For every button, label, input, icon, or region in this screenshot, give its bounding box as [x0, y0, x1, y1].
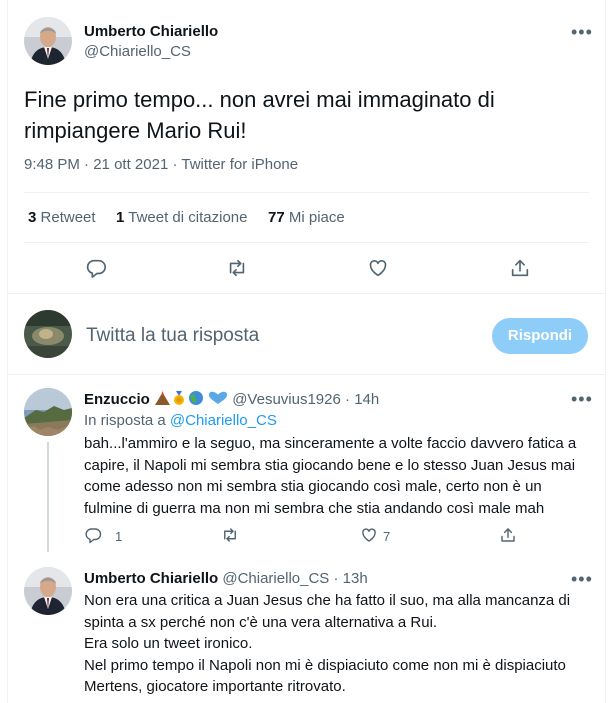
quotes-label: Tweet di citazione — [128, 209, 248, 226]
tweet-metadata: 9:48 PM · 21 ott 2021 · Twitter for iPho… — [24, 156, 298, 173]
reply-text-line: Nel primo tempo il Napoli non mi è dispi… — [84, 656, 566, 674]
retweet-icon[interactable] — [226, 257, 248, 279]
divider — [8, 374, 605, 375]
tweet-source[interactable]: Twitter for iPhone — [181, 156, 298, 173]
reply-time[interactable]: 13h — [343, 570, 368, 587]
reply-avatar[interactable] — [24, 388, 72, 436]
reply-text-line: capire, il Napoli mi sembra stia giocand… — [84, 456, 576, 474]
retweets-count: 3 — [28, 209, 37, 226]
replying-to-prefix: In risposta a — [84, 412, 170, 429]
likes-count: 77 — [268, 209, 285, 226]
reply-avatar[interactable] — [24, 567, 72, 615]
reply-author-name[interactable]: Umberto Chiariello — [84, 570, 218, 587]
meta-separator: · — [172, 156, 178, 173]
divider — [8, 293, 605, 294]
volcano-medal-earth-heart-icon — [155, 391, 228, 405]
emoji-badges — [154, 390, 228, 410]
replying-to: In risposta a @Chiariello_CS — [84, 412, 277, 429]
current-user-avatar[interactable] — [24, 310, 72, 358]
reply-text-line: Era solo un tweet ironico. — [84, 635, 253, 652]
replying-to-link[interactable]: @Chiariello_CS — [170, 412, 277, 429]
header-separator: · — [345, 391, 351, 408]
reply-text-line: come adesso non mi sembra stia giocando … — [84, 478, 542, 495]
author-avatar[interactable] — [24, 17, 72, 65]
tweet-text-line-2: rimpiangere Mario Rui! — [24, 118, 247, 143]
reply-count: 1 — [115, 529, 123, 544]
meta-separator: · — [84, 156, 90, 173]
likes-stat[interactable]: 77 Mi piace — [268, 209, 345, 226]
reply-header: Enzuccio @Vesuvius1926 · 14h — [84, 390, 379, 410]
author-name[interactable]: Umberto Chiariello — [84, 23, 218, 40]
more-options-icon[interactable]: ••• — [571, 390, 593, 408]
share-icon[interactable] — [499, 526, 517, 544]
reply-author-name[interactable]: Enzuccio — [84, 391, 150, 408]
reply-text-line: spinta a sx perché non c'è una vera alte… — [84, 613, 438, 631]
reply-icon[interactable] — [85, 257, 107, 279]
tweet-detail-column: Umberto Chiariello @Chiariello_CS ••• Fi… — [7, 0, 606, 703]
likes-label: Mi piace — [288, 209, 345, 226]
header-separator: · — [333, 570, 339, 587]
reply-text-line: bah...l'ammiro e la seguo, ma sinceramen… — [84, 435, 577, 452]
retweet-icon[interactable] — [221, 526, 239, 544]
like-count: 7 — [383, 529, 391, 544]
divider — [24, 192, 589, 193]
like-icon[interactable] — [367, 257, 389, 279]
reply-button[interactable]: Rispondi — [492, 318, 588, 354]
reply-text: bah...l'ammiro e la seguo, ma sinceramen… — [84, 433, 576, 519]
reply-text-line: Non era una critica a Juan Jesus che ha … — [84, 592, 571, 609]
reply-text-line: fulmine di guerra ma non mi sembra che s… — [84, 499, 545, 517]
tweet-date[interactable]: 21 ott 2021 — [93, 156, 168, 173]
reply-time[interactable]: 14h — [354, 391, 379, 408]
quotes-stat[interactable]: 1 Tweet di citazione — [116, 209, 247, 226]
thread-connector — [47, 442, 49, 552]
retweets-stat[interactable]: 3 Retweet — [28, 209, 96, 226]
divider — [24, 242, 589, 243]
reply-input[interactable]: Twitta la tua risposta — [86, 325, 259, 347]
quotes-count: 1 — [116, 209, 125, 226]
retweets-label: Retweet — [40, 209, 96, 226]
more-options-icon[interactable]: ••• — [571, 570, 593, 588]
tweet-text-line-1: Fine primo tempo... non avrei mai immagi… — [24, 87, 495, 112]
tweet-time[interactable]: 9:48 PM — [24, 156, 80, 173]
reply-text-line: Mertens, giocatore importante ritrovato. — [84, 678, 346, 695]
share-icon[interactable] — [509, 257, 531, 279]
reply-icon[interactable] — [84, 526, 102, 544]
reply-header: Umberto Chiariello @Chiariello_CS · 13h — [84, 570, 368, 587]
reply-author-handle[interactable]: @Vesuvius1926 — [232, 391, 341, 408]
like-icon[interactable] — [360, 526, 378, 544]
reply-text: Non era una critica a Juan Jesus che ha … — [84, 590, 570, 698]
reply-author-handle[interactable]: @Chiariello_CS — [222, 570, 329, 587]
author-handle[interactable]: @Chiariello_CS — [84, 43, 191, 60]
more-options-icon[interactable]: ••• — [571, 23, 593, 41]
